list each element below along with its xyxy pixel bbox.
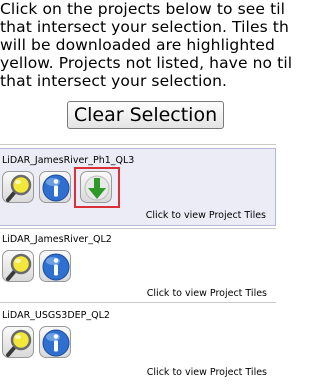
view-project-tiles-link[interactable]: Click to view Project Tiles — [147, 367, 267, 378]
info-icon — [42, 174, 70, 202]
project-row-usgs3dep-ql2[interactable]: LiDAR_USGS3DEP_QL2 Click to view Project… — [0, 303, 276, 389]
zoom-to-project-button[interactable] — [2, 326, 34, 358]
magnifier-icon — [6, 329, 32, 357]
magnifier-icon — [6, 174, 32, 202]
view-project-tiles-link[interactable]: Click to view Project Tiles — [147, 288, 267, 299]
magnifier-icon — [6, 253, 32, 281]
zoom-to-project-button[interactable] — [2, 171, 34, 203]
project-row-jamesriver-ql2[interactable]: LiDAR_JamesRiver_QL2 Click to view Proje… — [0, 229, 276, 301]
info-icon — [42, 329, 70, 357]
divider — [0, 144, 276, 145]
clear-selection-button[interactable]: Clear Selection — [67, 101, 224, 129]
project-name: LiDAR_JamesRiver_QL2 — [2, 234, 112, 245]
instructions-line: that intersect your selection. Tiles th — [0, 18, 289, 36]
project-info-button[interactable] — [39, 326, 71, 358]
project-info-button[interactable] — [39, 250, 71, 282]
instructions-text: Click on the projects below to see til t… — [0, 0, 300, 90]
info-icon — [42, 253, 70, 281]
instructions-line: that intersect your selection. — [0, 72, 228, 90]
project-name: LiDAR_JamesRiver_Ph1_QL3 — [2, 155, 135, 166]
zoom-to-project-button[interactable] — [2, 250, 34, 282]
instructions-line: yellow. Projects not listed, have no til — [0, 54, 293, 72]
project-row-jamesriver-ph1[interactable]: LiDAR_JamesRiver_Ph1_QL3 Click to view P… — [0, 148, 276, 226]
instructions-line: will be downloaded are highlighted — [0, 36, 275, 54]
project-name: LiDAR_USGS3DEP_QL2 — [2, 310, 110, 321]
view-project-tiles-link[interactable]: Click to view Project Tiles — [146, 210, 266, 221]
download-button[interactable] — [80, 171, 112, 203]
download-arrow-icon — [84, 175, 110, 201]
instructions-line: Click on the projects below to see til — [0, 0, 286, 18]
project-info-button[interactable] — [39, 171, 71, 203]
